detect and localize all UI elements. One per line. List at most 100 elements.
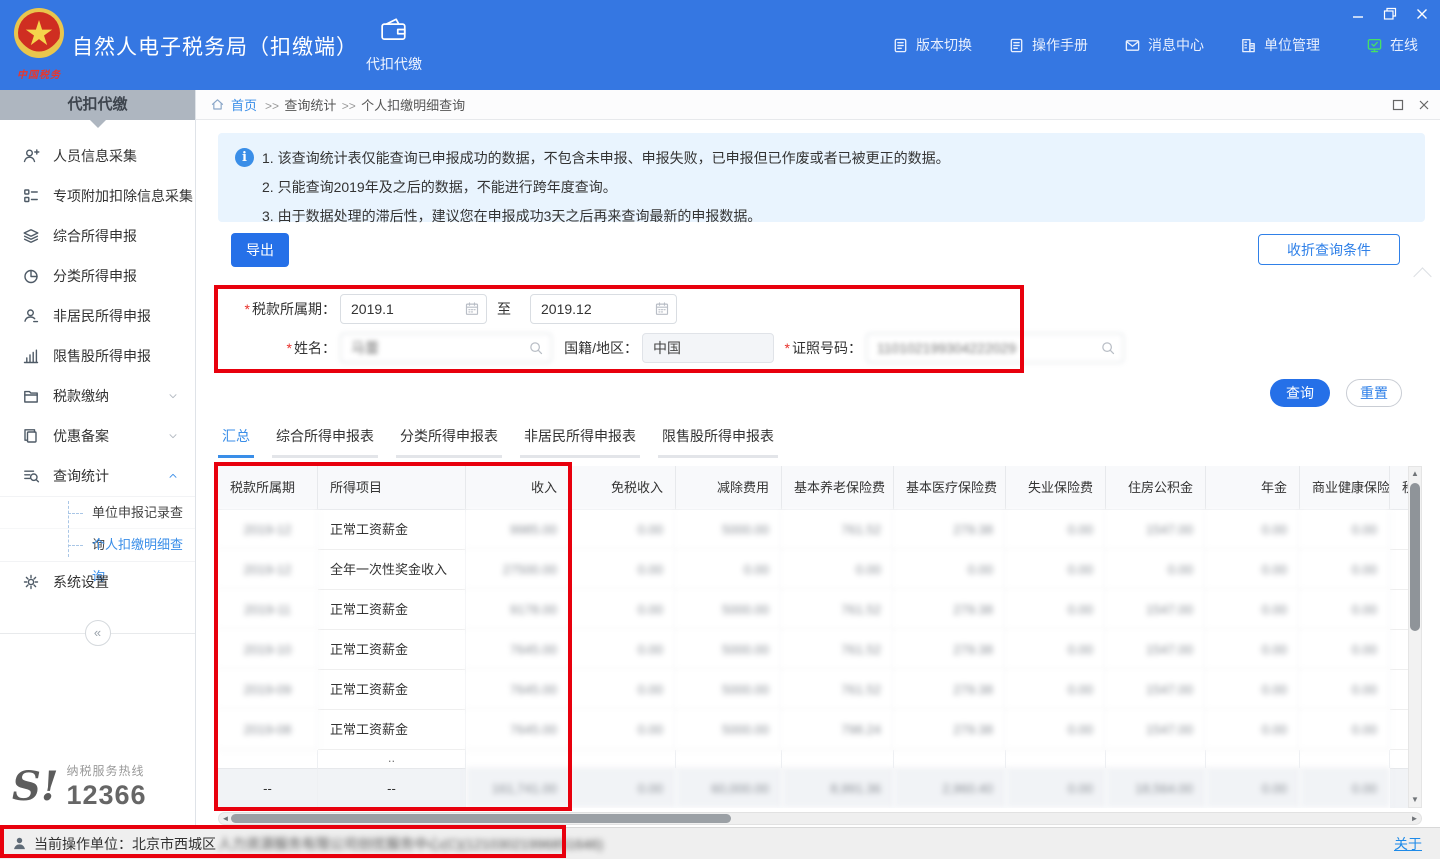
sidebar-item-special-deduction[interactable]: 专项附加扣除信息采集 xyxy=(0,176,195,216)
table-row[interactable]: 2019-08正常工资薪金7645.000.005000.00798.24279… xyxy=(218,710,1408,750)
header-menu-online-status[interactable]: 在线 xyxy=(1366,35,1418,55)
sidebar-item-nonresident-income[interactable]: 非居民所得申报 xyxy=(0,296,195,336)
horizontal-scrollbar-thumb[interactable] xyxy=(231,814,731,823)
chart-icon xyxy=(22,347,40,365)
sidebar-item-restricted-shares[interactable]: 限售股所得申报 xyxy=(0,336,195,376)
scroll-up-icon[interactable]: ▲ xyxy=(1409,468,1421,480)
table-cell: 2,960.40 xyxy=(894,768,1006,808)
collapse-query-conditions-button[interactable]: 收折查询条件 xyxy=(1258,234,1400,265)
table-cell xyxy=(1300,750,1390,768)
table-cell xyxy=(1390,750,1408,768)
table-cell: 0.00 xyxy=(1206,550,1300,590)
period-end-input[interactable] xyxy=(530,294,677,324)
vertical-scrollbar[interactable]: ▲ ▼ xyxy=(1408,466,1422,808)
nationality-input xyxy=(642,333,774,363)
hotline-mark-icon: S! xyxy=(12,767,58,807)
table-cell: .. xyxy=(318,750,466,768)
sidebar-item-query-statistics[interactable]: 查询统计 xyxy=(0,456,195,496)
table-cell: 161,741.00 xyxy=(466,768,570,808)
module-tab-label: 代扣代缴 xyxy=(352,54,436,74)
tab-综合所得申报表[interactable]: 综合所得申报表 xyxy=(272,424,378,458)
sidebar-item-classified-income[interactable]: 分类所得申报 xyxy=(0,256,195,296)
table-cell: -- xyxy=(218,768,318,808)
sidebar-collapse-button[interactable]: « xyxy=(85,620,111,646)
table-cell: 1547.00 xyxy=(1106,630,1206,670)
scroll-right-icon[interactable]: ► xyxy=(1409,813,1420,824)
tab-非居民所得申报表[interactable]: 非居民所得申报表 xyxy=(520,424,640,458)
restore-icon[interactable] xyxy=(1382,6,1398,22)
sidebar-item-tax-payment[interactable]: 税款缴纳 xyxy=(0,376,195,416)
header-menu-unit-management[interactable]: 单位管理 xyxy=(1240,35,1320,55)
about-link[interactable]: 关于 xyxy=(1394,834,1422,854)
hotline-title: 纳税服务热线 xyxy=(66,764,144,778)
layers-icon xyxy=(22,227,40,245)
id-number-label: *证照号码： xyxy=(780,333,862,363)
id-number-input[interactable] xyxy=(866,333,1124,363)
copy-icon xyxy=(22,427,40,445)
table-cell: 0.00 xyxy=(1206,510,1300,550)
header-menu-version-switch[interactable]: 版本切换 xyxy=(892,35,972,55)
page-close-icon[interactable] xyxy=(1418,99,1430,111)
scroll-left-icon[interactable]: ◄ xyxy=(220,813,231,824)
table-cell xyxy=(1390,710,1408,750)
sidebar-item-comprehensive-income[interactable]: 综合所得申报 xyxy=(0,216,195,256)
sidebar-subitem-unit-declare-record[interactable]: 单位申报记录查询 xyxy=(0,497,195,529)
table-cell: 7645.00 xyxy=(466,710,570,750)
table-row[interactable]: 2019-09正常工资薪金7645.000.005000.00761.52279… xyxy=(218,670,1408,710)
page-maximize-icon[interactable] xyxy=(1392,99,1404,111)
module-tab-withholding[interactable]: 代扣代缴 xyxy=(352,16,436,74)
breadcrumb-item[interactable]: 个人扣缴明细查询 xyxy=(361,98,465,113)
table-cell xyxy=(1106,750,1206,768)
table-row-partial: .. xyxy=(218,750,1408,768)
column-header: 税 xyxy=(1390,466,1408,510)
chevron-down-icon xyxy=(167,390,179,402)
tab-汇总[interactable]: 汇总 xyxy=(218,424,254,458)
export-button[interactable]: 导出 xyxy=(231,233,289,267)
table-row[interactable]: 2019-12全年一次性奖金收入27500.000.000.000.000.00… xyxy=(218,550,1408,590)
tab-限售股所得申报表[interactable]: 限售股所得申报表 xyxy=(658,424,778,458)
column-header: 商业健康保险 xyxy=(1300,466,1390,510)
table-cell: 0.00 xyxy=(1206,768,1300,808)
table-row[interactable]: 2019-11正常工资薪金9178.000.005000.00761.52279… xyxy=(218,590,1408,630)
sidebar-item-label: 专项附加扣除信息采集 xyxy=(53,186,193,206)
vertical-scrollbar-thumb[interactable] xyxy=(1410,483,1420,631)
sidebar-item-system-settings[interactable]: 系统设置 xyxy=(0,562,195,602)
horizontal-scrollbar[interactable]: ◄ ► xyxy=(218,812,1422,825)
table-cell: 1547.00 xyxy=(1106,710,1206,750)
table-cell: 5000.00 xyxy=(676,590,782,630)
table-row[interactable]: 2019-10正常工资薪金7645.000.005000.00761.52279… xyxy=(218,630,1408,670)
notice-lines: 1. 该查询统计表仅能查询已申报成功的数据，不包含未申报、申报失败，已申报但已作… xyxy=(262,144,1409,231)
header-menu-message-center[interactable]: 消息中心 xyxy=(1124,35,1204,55)
table-cell: 2019-08 xyxy=(218,710,318,750)
table-cell: 2019-12 xyxy=(218,550,318,590)
table-cell: 761.52 xyxy=(782,510,894,550)
close-icon[interactable] xyxy=(1414,6,1430,22)
breadcrumb-trail: >> 查询统计 >> 个人扣缴明细查询 xyxy=(263,95,465,114)
header-menu-manual[interactable]: 操作手册 xyxy=(1008,35,1088,55)
table-cell: 正常工资薪金 xyxy=(318,510,466,550)
sidebar-subitem-personal-withholding-detail[interactable]: 个人扣缴明细查询 xyxy=(0,529,195,561)
search-button[interactable]: 查询 xyxy=(1270,379,1330,407)
table-cell: 5000.00 xyxy=(676,670,782,710)
scroll-down-icon[interactable]: ▼ xyxy=(1409,794,1421,806)
breadcrumb-home-link[interactable]: 首页 xyxy=(231,95,257,114)
name-input[interactable] xyxy=(340,333,552,363)
table-cell xyxy=(1390,590,1408,630)
period-start-input[interactable] xyxy=(340,294,487,324)
table-row[interactable]: 2019-12正常工资薪金9985.000.005000.00761.52279… xyxy=(218,510,1408,550)
sidebar-item-personnel-info[interactable]: 人员信息采集 xyxy=(0,136,195,176)
breadcrumb-item[interactable]: 查询统计 xyxy=(284,98,336,113)
table-cell: 279.38 xyxy=(894,630,1006,670)
reset-button[interactable]: 重置 xyxy=(1346,379,1402,407)
table-cell: 正常工资薪金 xyxy=(318,710,466,750)
tab-分类所得申报表[interactable]: 分类所得申报表 xyxy=(396,424,502,458)
sidebar-item-preferential-filing[interactable]: 优惠备案 xyxy=(0,416,195,456)
table-cell: 0.00 xyxy=(1206,590,1300,630)
sidebar-item-label: 税款缴纳 xyxy=(53,386,109,406)
minimize-icon[interactable] xyxy=(1350,6,1366,22)
chevron-up-icon xyxy=(167,470,179,482)
column-header: 免税收入 xyxy=(570,466,676,510)
person-add-icon xyxy=(22,147,40,165)
table-cell: 0.00 xyxy=(1300,630,1390,670)
table-total-row: ----161,741.000.0060,000.008,991.362,960… xyxy=(218,768,1408,808)
